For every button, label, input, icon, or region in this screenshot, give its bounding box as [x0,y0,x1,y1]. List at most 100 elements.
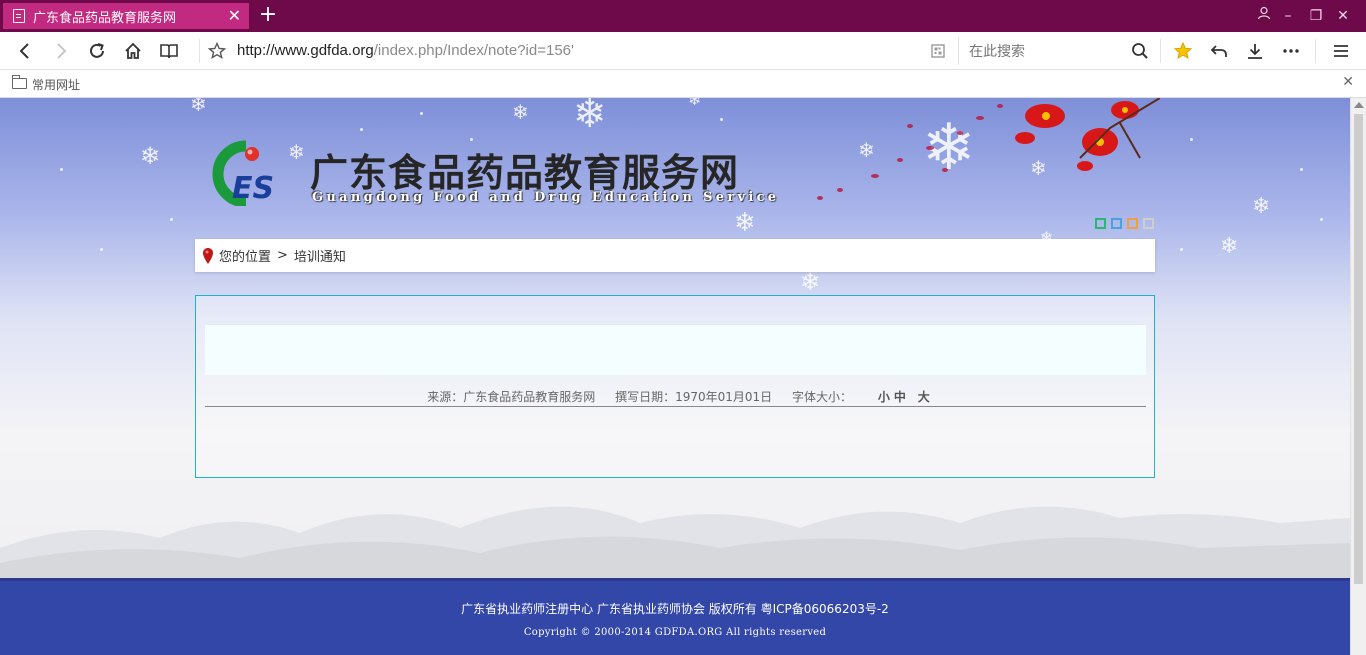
reload-icon [90,43,104,58]
snow-dot [1300,168,1303,171]
scroll-up-arrow-icon[interactable] [1354,102,1364,108]
page-viewport: ❄ ❄ ❄ ❄ ❄ ❄ ❄ ❄ ❄ ❄ ❄ ❄ ❄ ❄ ES 广东食品药品教育服… [0,98,1350,655]
navigation-bar: http://www.gdfda.org/index.php/Index/not… [0,32,1366,70]
tab-title: 广东食品药品教育服务网 [33,10,177,26]
search-input[interactable] [969,41,1119,61]
site-logo: ES [212,140,274,206]
breadcrumb-separator: > [277,248,288,263]
qr-code-button[interactable] [926,39,950,63]
snow-dot [360,128,363,131]
site-footer: 广东省执业药师注册中心 广东省执业药师协会 版权所有 粤ICP备06066203… [0,578,1350,655]
snowflake-icon: ❄ [140,142,161,170]
download-button[interactable] [1243,39,1267,63]
account-button[interactable] [1254,6,1274,26]
home-icon [125,42,141,59]
snow-dot [1320,218,1323,221]
favorite-star-icon [1173,41,1193,60]
font-large-link[interactable]: 大 [918,390,930,404]
font-size-label: 字体大小： [792,390,853,404]
url-path: /index.php/Index/note?id=156' [373,42,574,59]
user-icon [1257,6,1271,20]
address-bar[interactable]: http://www.gdfda.org/index.php/Index/not… [237,42,574,59]
snow-dot [720,118,723,121]
article-title-area [205,325,1146,375]
breadcrumb: 您的位置 > 培训通知 [195,239,1155,272]
font-small-link[interactable]: 小 [878,390,890,404]
snow-dot [420,112,423,115]
article-panel: 来源：广东食品药品教育服务网 撰写日期：1970年01月01日 字体大小： 小中… [195,295,1155,478]
flower-decoration [817,98,1160,200]
logo-text: ES [232,171,274,206]
bookmarks-bar: 常用网址 ✕ [0,70,1366,98]
site-title: 广东食品药品教育服务网 [310,150,740,195]
snow-dot [1190,138,1193,141]
snowflake-icon: ❄ [734,208,756,238]
download-icon [1248,44,1262,59]
theme-green-button[interactable] [1095,218,1106,229]
snowflake-icon: ❄ [573,98,607,137]
divider [205,406,1146,407]
location-pin-icon [203,247,213,264]
favorites-button[interactable] [1171,39,1195,63]
font-medium-link[interactable]: 中 [894,390,906,404]
tab-close-button[interactable]: ✕ [228,6,241,26]
snow-dot [100,248,103,251]
folder-icon [12,75,27,89]
star-outline-icon [207,41,227,59]
minimize-button[interactable]: – [1278,6,1298,26]
reader-icon [160,44,178,59]
close-window-button[interactable]: ✕ [1333,6,1353,26]
bookmark-folder-common-sites[interactable]: 常用网址 [32,76,80,93]
theme-gray-button[interactable] [1143,218,1154,229]
snowflake-icon: ❄ [1220,234,1239,259]
reader-button[interactable] [157,39,181,63]
reload-button[interactable] [85,39,109,63]
theme-blue-button[interactable] [1111,218,1122,229]
more-icon [1283,49,1299,53]
article-source: 来源：广东食品药品教育服务网 [427,390,596,404]
mountain-background [0,506,1350,578]
undo-icon [1210,45,1227,57]
browser-titlebar: 广东食品药品教育服务网 ✕ + – ❐ ✕ [0,0,1366,32]
main-menu-button[interactable] [1329,39,1353,63]
snow-dot [1180,248,1183,251]
vertical-scrollbar[interactable] [1350,98,1366,655]
footer-copyright-owners: 广东省执业药师注册中心 广东省执业药师协会 版权所有 粤ICP备06066203… [461,602,889,616]
search-icon [1132,43,1148,59]
breadcrumb-current[interactable]: 培训通知 [294,246,346,265]
restore-button[interactable]: ❐ [1306,6,1326,26]
snowflake-icon: ❄ [800,268,821,296]
active-tab[interactable]: 广东食品药品教育服务网 ✕ [3,3,249,29]
article-date: 撰写日期：1970年01月01日 [615,390,773,404]
separator [1315,39,1316,63]
back-icon [19,43,29,59]
back-button[interactable] [13,39,37,63]
bookmark-page-button[interactable] [205,39,229,63]
undo-close-button[interactable] [1207,39,1231,63]
theme-switcher [1095,218,1154,229]
site-subtitle: Guangdong Food and Drug Education Servic… [312,190,780,205]
search-button[interactable] [1128,39,1152,63]
url-host: http://www.gdfda.org [237,42,374,59]
snowflake-icon: ❄ [1252,194,1271,219]
separator [199,39,200,63]
home-button[interactable] [121,39,145,63]
snow-dot [60,168,63,171]
forward-icon [57,43,67,59]
forward-button[interactable] [49,39,73,63]
qr-code-icon [931,44,945,58]
close-bookmarks-bar-button[interactable]: ✕ [1342,74,1354,90]
page-icon [13,9,25,23]
snowflake-icon: ❄ [190,98,207,116]
menu-icon [1334,45,1348,57]
breadcrumb-label: 您的位置 [219,250,272,265]
more-button[interactable] [1279,39,1303,63]
theme-orange-button[interactable] [1127,218,1138,229]
footer-copyright: Copyright © 2000-2014 GDFDA.ORG All righ… [523,627,827,638]
snow-dot [470,138,473,141]
scroll-thumb[interactable] [1354,114,1363,584]
snowflake-icon: ❄ [512,100,529,124]
snowflake-icon: ❄ [688,98,702,109]
snow-dot [170,218,173,221]
new-tab-button[interactable]: + [258,3,278,27]
